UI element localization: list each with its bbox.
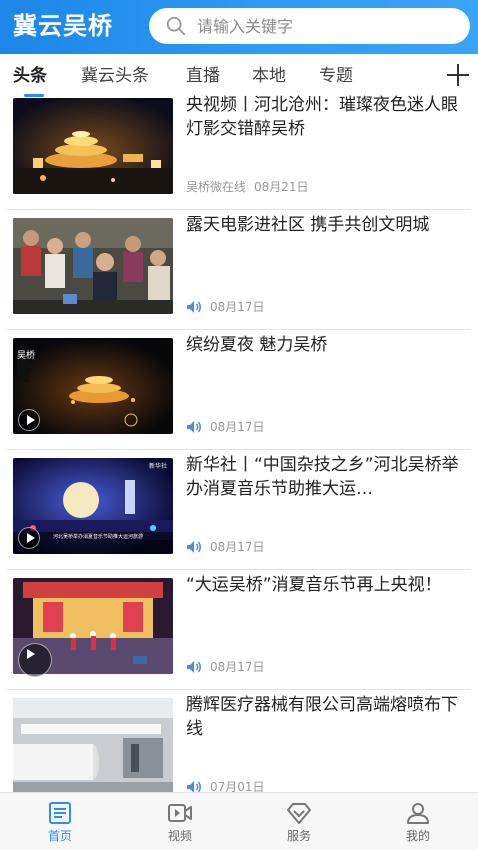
news-meta: 08月17日 (186, 298, 265, 315)
news-meta: 08月17日 (186, 538, 265, 555)
thumbnail-brand-text: 吴桥 (17, 349, 35, 361)
speaker-icon (187, 420, 201, 433)
search-bar[interactable] (149, 8, 470, 44)
speaker-icon (187, 300, 201, 313)
app-header: 冀云吴桥 (0, 0, 478, 54)
speaker-icon (187, 780, 201, 792)
nav-profile[interactable]: 我的 (388, 801, 448, 844)
news-list: 央视频丨河北沧州：璀璨夜色迷人眼 灯影交错醉吴桥 吴桥微在线 08月21日 露天… (0, 90, 478, 792)
news-source: 吴桥微在线 (186, 180, 247, 194)
play-icon[interactable] (18, 527, 40, 549)
news-date: 08月21日 (254, 180, 309, 194)
profile-icon (407, 803, 429, 824)
news-title: 缤纷夏夜 魅力吴桥 (186, 335, 328, 355)
tab-jiyun-headlines[interactable]: 冀云头条 (81, 64, 149, 88)
news-meta: 吴桥微在线 08月21日 (186, 178, 309, 195)
nav-home[interactable]: 首页 (30, 801, 90, 844)
news-thumbnail (13, 698, 173, 792)
play-icon[interactable] (18, 643, 52, 677)
nav-service[interactable]: 服务 (269, 801, 329, 844)
news-title: 央视频丨河北沧州：璀璨夜色迷人眼 灯影交错醉吴桥 (186, 95, 458, 139)
news-item[interactable]: 央视频丨河北沧州：璀璨夜色迷人眼 灯影交错醉吴桥 吴桥微在线 08月21日 (0, 90, 478, 210)
nav-video[interactable]: 视频 (150, 801, 210, 844)
news-title: 露天电影进社区 携手共创文明城 (186, 215, 430, 235)
nav-label: 首页 (47, 829, 72, 843)
nav-label: 我的 (405, 829, 430, 843)
nav-label: 服务 (286, 829, 311, 843)
news-date: 08月17日 (210, 540, 265, 554)
service-icon (287, 803, 311, 824)
bottom-nav: 首页 视频 服务 我的 (0, 792, 478, 850)
news-title: “大运吴桥”消夏音乐节再上央视！ (186, 575, 442, 595)
speaker-icon (187, 660, 201, 673)
news-thumbnail (13, 218, 173, 314)
speaker-icon (187, 540, 201, 553)
news-icon (49, 802, 71, 824)
thumbnail-brand-text: 新华社 (149, 462, 167, 470)
tab-live[interactable]: 直播 (186, 64, 220, 88)
tab-topics[interactable]: 专题 (319, 64, 353, 88)
video-icon (168, 804, 192, 822)
news-date: 08月17日 (210, 300, 265, 314)
add-channel-icon[interactable] (446, 63, 470, 87)
news-meta: 08月17日 (186, 418, 265, 435)
search-icon (166, 16, 186, 36)
app-title: 冀云吴桥 (13, 12, 113, 40)
news-meta: 08月17日 (186, 658, 265, 675)
tab-headlines[interactable]: 头条 (13, 64, 47, 88)
news-title: 新华社丨“中国杂技之乡”河北吴桥举办消夏音乐节助推大运… (186, 455, 459, 499)
news-title: 腾辉医疗器械有限公司高端熔喷布下线 (186, 695, 458, 739)
tab-local[interactable]: 本地 (252, 64, 286, 88)
news-thumbnail (13, 98, 173, 194)
news-date: 08月17日 (210, 660, 265, 674)
news-meta: 07月01日 (186, 778, 265, 792)
news-date: 07月01日 (210, 780, 265, 792)
news-item[interactable]: 河北吴桥举办消夏音乐节助推大运河旅游 新华社 新华社丨“中国杂技之乡”河北吴桥举… (0, 450, 478, 570)
news-item[interactable]: “大运吴桥”消夏音乐节再上央视！ 08月17日 (0, 570, 478, 690)
search-input[interactable] (197, 16, 457, 36)
thumbnail-caption: 河北吴桥举办消夏音乐节助推大运河旅游 (53, 533, 143, 540)
news-date: 08月17日 (210, 420, 265, 434)
play-icon[interactable] (18, 409, 40, 431)
nav-label: 视频 (167, 829, 192, 843)
news-item[interactable]: 腾辉医疗器械有限公司高端熔喷布下线 07月01日 (0, 690, 478, 792)
news-item[interactable]: 吴桥 缤纷夏夜 魅力吴桥 08月17日 (0, 330, 478, 450)
news-item[interactable]: 露天电影进社区 携手共创文明城 08月17日 (0, 210, 478, 330)
